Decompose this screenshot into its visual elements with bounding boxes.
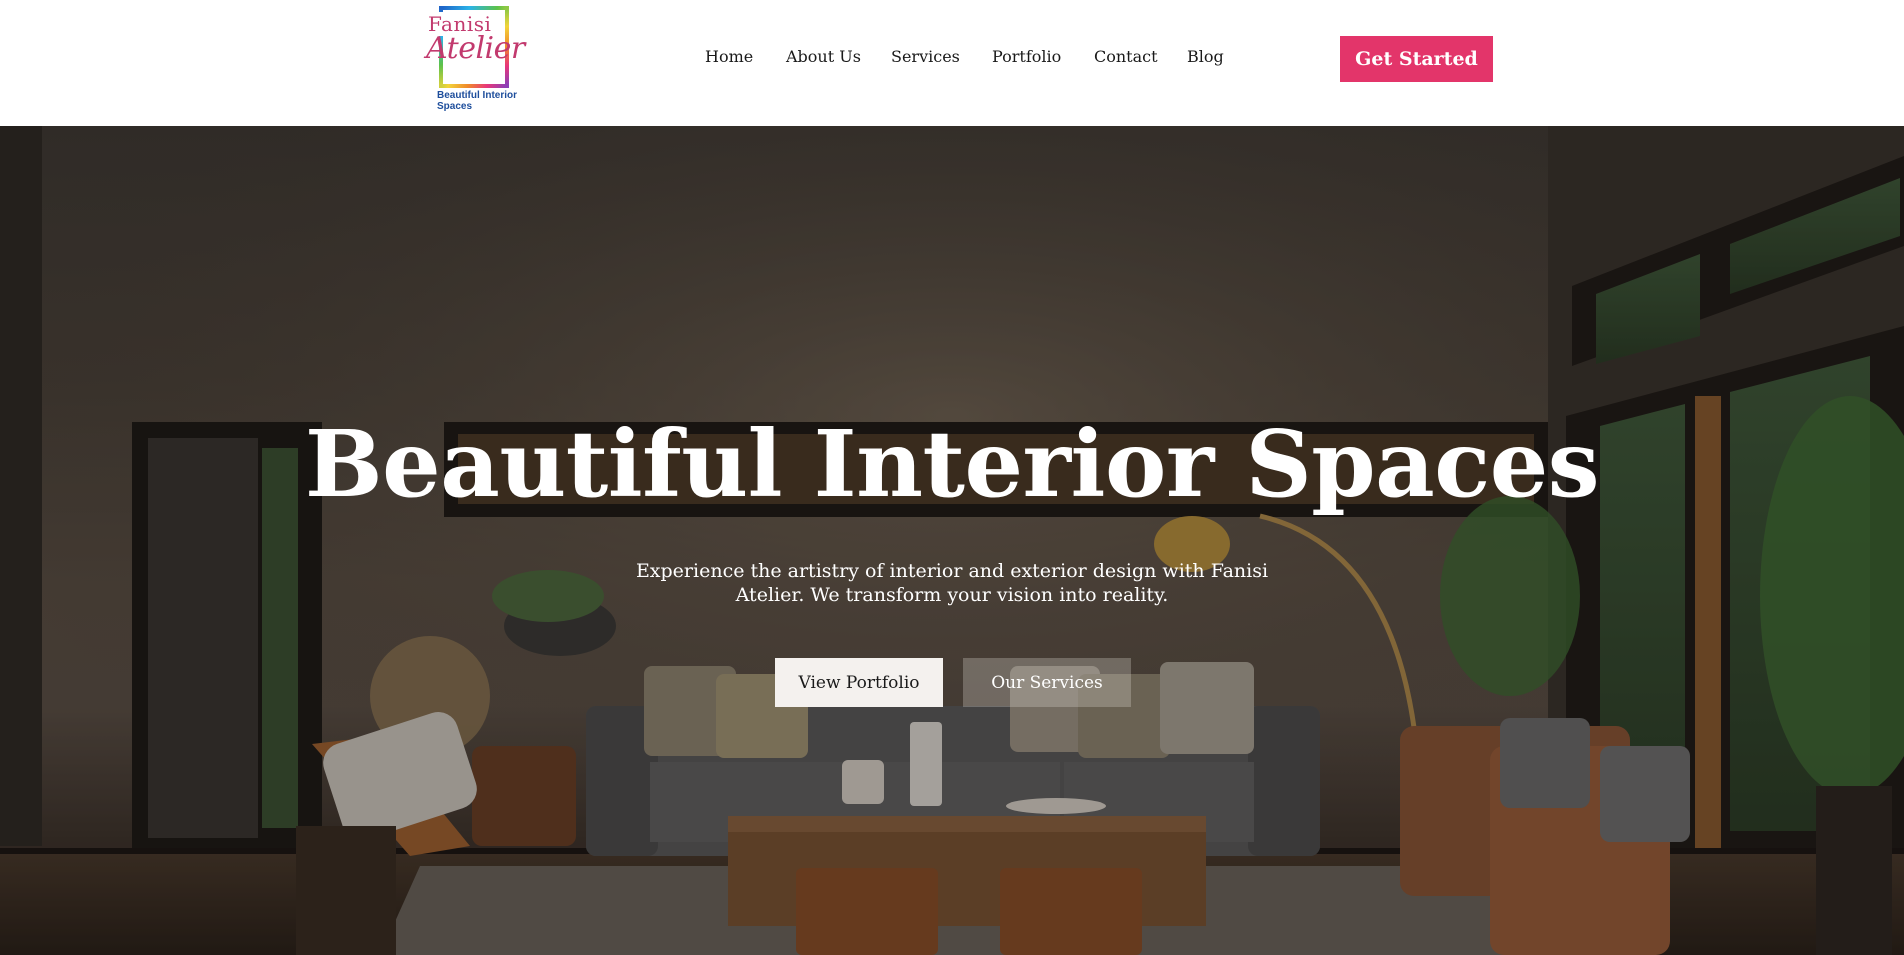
- nav-portfolio[interactable]: Portfolio: [992, 47, 1061, 66]
- hero-subtitle: Experience the artistry of interior and …: [635, 560, 1269, 606]
- get-started-button[interactable]: Get Started: [1340, 36, 1493, 82]
- hero-title: Beautiful Interior Spaces: [304, 410, 1600, 518]
- nav-home[interactable]: Home: [705, 47, 753, 66]
- hero-overlay: [0, 126, 1904, 955]
- our-services-button[interactable]: Our Services: [963, 658, 1131, 707]
- logo-text-line2: Atelier: [426, 31, 525, 66]
- nav-about-us[interactable]: About Us: [786, 47, 861, 66]
- nav-services[interactable]: Services: [891, 47, 960, 66]
- nav-blog[interactable]: Blog: [1187, 47, 1224, 66]
- hero-section: Beautiful Interior Spaces Experience the…: [0, 126, 1904, 955]
- view-portfolio-button[interactable]: View Portfolio: [775, 658, 943, 707]
- site-header: Fanisi Atelier Beautiful Interior Spaces…: [0, 0, 1904, 126]
- brand-logo[interactable]: Fanisi Atelier Beautiful Interior Spaces: [424, 2, 532, 114]
- logo-tagline: Beautiful Interior Spaces: [437, 90, 518, 112]
- nav-contact[interactable]: Contact: [1094, 47, 1158, 66]
